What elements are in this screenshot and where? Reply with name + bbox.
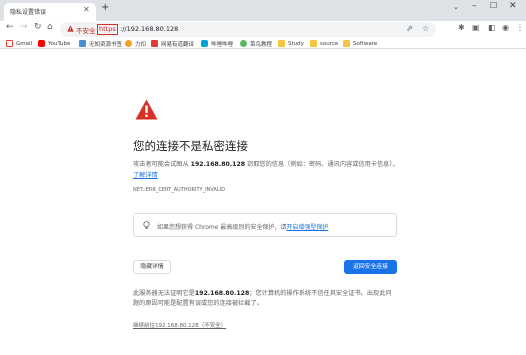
- bookmark-youtube[interactable]: YouTube: [38, 39, 70, 48]
- not-secure-label[interactable]: 不安全: [76, 25, 96, 35]
- bookmark-bilibili[interactable]: 哔哩哔哩: [201, 39, 233, 48]
- bookmarks-bar: Gmail YouTube 无知资源书签 力扣 网易有道翻译 哔哩哔哩 菜鸟教程…: [0, 38, 526, 49]
- runoob-icon: [240, 40, 247, 47]
- enhanced-protection-link[interactable]: 开启增强型保护: [286, 224, 328, 231]
- new-tab-icon[interactable]: +: [101, 3, 109, 13]
- close-icon[interactable]: ✕: [83, 6, 90, 14]
- bookmark-gmail[interactable]: Gmail: [6, 39, 32, 48]
- minimize-icon[interactable]: –: [472, 2, 477, 11]
- warning-icon: [135, 99, 158, 120]
- bookmark-software[interactable]: Software: [343, 39, 377, 48]
- bookmark-study[interactable]: Study: [278, 39, 304, 48]
- tab-title: 隐私设置错误: [10, 9, 47, 16]
- maximize-icon[interactable]: ☐: [490, 2, 497, 10]
- back-to-safety-button[interactable]: 返回安全连接: [344, 260, 397, 274]
- bookmark-leetcode[interactable]: 力扣: [125, 39, 146, 48]
- back-icon[interactable]: ←: [6, 23, 14, 32]
- star-icon[interactable]: ☆: [422, 25, 429, 33]
- side-panel-icon[interactable]: ▣: [472, 24, 480, 32]
- extensions-icon[interactable]: ✱: [458, 24, 465, 32]
- bookmark-resources[interactable]: 无知资源书签: [79, 39, 122, 48]
- address-bar[interactable]: 不安全 https ://192.168.80.128 ⇗ ☆: [60, 22, 436, 37]
- window-close-icon[interactable]: ✕: [509, 2, 517, 11]
- details-host: 192.168.80.128: [194, 290, 250, 297]
- youdao-icon: [151, 40, 158, 47]
- hide-details-button[interactable]: 隐藏详情: [133, 260, 171, 274]
- home-icon[interactable]: ⌂: [47, 23, 53, 32]
- enhanced-protection-box: 如果您想获得 Chrome 最高级别的安全保护，请开启增强型保护: [133, 213, 397, 237]
- folder-icon: [343, 40, 350, 47]
- menu-icon[interactable]: ⋮: [516, 24, 524, 32]
- error-description: 攻击者可能会试图从 192.168.80.128 窃取您的信息（例如：密码、通讯…: [133, 161, 399, 179]
- bilibili-icon: [201, 40, 208, 47]
- reload-icon[interactable]: ↻: [34, 23, 42, 32]
- profile-icon[interactable]: ◉: [502, 24, 509, 32]
- privacy-error-page: 您的连接不是私密连接 攻击者可能会试图从 192.168.80.128 窃取您的…: [0, 49, 526, 355]
- learn-more-link[interactable]: 了解详情: [133, 172, 158, 179]
- page-title: 您的连接不是私密连接: [133, 139, 248, 153]
- warning-icon[interactable]: [67, 25, 74, 32]
- leetcode-icon: [125, 40, 132, 47]
- bookmark-youdao[interactable]: 网易有道翻译: [151, 39, 194, 48]
- toolbar: ← → ↻ ⌂ 不安全 https ://192.168.80.128 ⇗ ☆ …: [0, 21, 526, 38]
- folder-icon: [310, 40, 317, 47]
- sidebar-icon[interactable]: ◧: [488, 24, 496, 32]
- forward-icon[interactable]: →: [20, 23, 28, 32]
- info-text: 如果您想获得 Chrome 最高级别的安全保护，请开启增强型保护: [157, 224, 329, 231]
- youtube-icon: [38, 40, 45, 47]
- details-text: 此服务器无法证明它是192.168.80.128；您计算机的操作系统不信任其安全…: [133, 290, 392, 307]
- bookmark-source[interactable]: source: [310, 39, 338, 48]
- tab-active[interactable]: 隐私设置错误 ✕: [4, 3, 96, 21]
- url-scheme: https: [97, 24, 118, 35]
- error-code: NET::ERR_CERT_AUTHORITY_INVALID: [133, 187, 225, 193]
- share-icon[interactable]: ⇗: [406, 25, 413, 33]
- lightbulb-icon: [143, 221, 150, 229]
- url-host: ://192.168.80.128: [120, 25, 179, 33]
- gmail-icon: [6, 40, 13, 47]
- folder-icon: [79, 40, 86, 47]
- proceed-link[interactable]: 继续前往192.168.80.128（不安全）: [133, 321, 226, 329]
- host-name: 192.168.80.128: [190, 161, 246, 168]
- chevron-down-icon[interactable]: ⌄: [453, 4, 459, 11]
- bookmark-runoob[interactable]: 菜鸟教程: [240, 39, 272, 48]
- folder-icon: [278, 40, 285, 47]
- tab-strip: 隐私设置错误 ✕ + ⌄ – ☐ ✕: [0, 0, 526, 21]
